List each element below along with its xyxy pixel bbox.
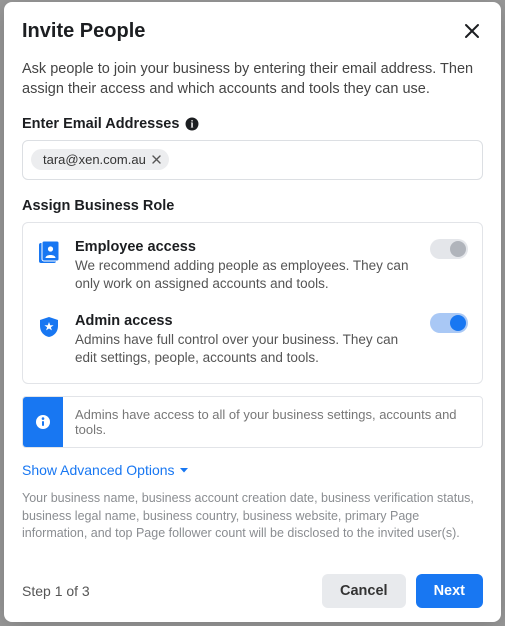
- role-employee-title: Employee access: [75, 239, 416, 255]
- toggle-knob: [450, 241, 466, 257]
- role-employee-body: Employee access We recommend adding peop…: [75, 239, 416, 293]
- admin-info-text: Admins have access to all of your busine…: [63, 397, 482, 447]
- employee-access-toggle[interactable]: [430, 239, 468, 259]
- remove-email-button[interactable]: [152, 153, 161, 167]
- disclosure-text: Your business name, business account cre…: [22, 490, 483, 543]
- role-admin-desc: Admins have full control over your busin…: [75, 331, 416, 367]
- invite-people-modal: Invite People Ask people to join your bu…: [4, 2, 501, 622]
- footer-buttons: Cancel Next: [322, 574, 483, 608]
- role-admin: Admin access Admins have full control ov…: [37, 313, 468, 367]
- email-chip: tara@xen.com.au: [31, 149, 169, 170]
- admin-access-toggle[interactable]: [430, 313, 468, 333]
- info-icon: [35, 414, 51, 430]
- show-advanced-options-button[interactable]: Show Advanced Options: [22, 462, 483, 478]
- step-indicator: Step 1 of 3: [22, 583, 90, 599]
- role-employee: Employee access We recommend adding peop…: [37, 239, 468, 293]
- admin-info-bar: Admins have access to all of your busine…: [22, 396, 483, 448]
- modal-footer: Step 1 of 3 Cancel Next: [22, 562, 483, 608]
- role-admin-body: Admin access Admins have full control ov…: [75, 313, 416, 367]
- advanced-options-label: Show Advanced Options: [22, 462, 175, 478]
- intro-text: Ask people to join your business by ente…: [22, 59, 483, 100]
- modal-header: Invite People: [22, 20, 483, 45]
- caret-down-icon: [179, 467, 189, 474]
- close-button[interactable]: [461, 20, 483, 45]
- roles-panel: Employee access We recommend adding peop…: [22, 222, 483, 385]
- info-icon[interactable]: i: [185, 117, 199, 131]
- close-icon: [152, 155, 161, 164]
- cancel-button[interactable]: Cancel: [322, 574, 406, 608]
- close-icon: [463, 22, 481, 40]
- role-employee-desc: We recommend adding people as employees.…: [75, 257, 416, 293]
- email-chip-text: tara@xen.com.au: [43, 152, 146, 167]
- modal-title: Invite People: [22, 20, 145, 43]
- email-label-text: Enter Email Addresses: [22, 116, 179, 132]
- email-input[interactable]: tara@xen.com.au: [22, 140, 483, 180]
- email-addresses-label: Enter Email Addresses i: [22, 116, 483, 132]
- role-admin-title: Admin access: [75, 313, 416, 329]
- toggle-knob: [450, 315, 466, 331]
- employee-icon: [37, 241, 61, 270]
- next-button[interactable]: Next: [416, 574, 483, 608]
- info-icon-box: [23, 397, 63, 447]
- assign-role-label: Assign Business Role: [22, 198, 483, 214]
- svg-text:i: i: [191, 119, 194, 130]
- admin-icon: [37, 315, 61, 344]
